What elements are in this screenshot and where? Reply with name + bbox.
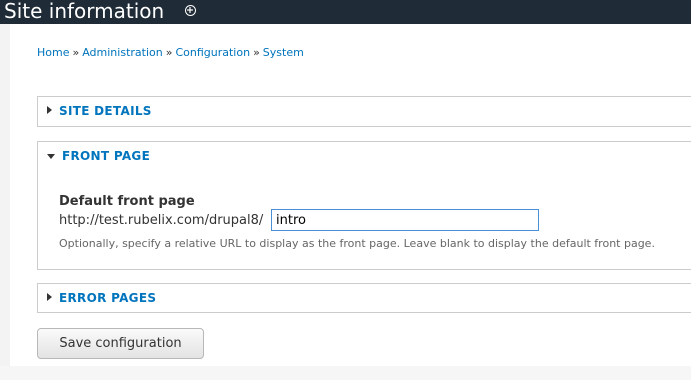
breadcrumb-home[interactable]: Home xyxy=(37,46,69,59)
overlay-content: Home» Administration» Configuration» System… xyxy=(10,24,691,366)
breadcrumb: Home» Administration» Configuration» System xyxy=(37,46,304,59)
breadcrumb-separator: » xyxy=(72,46,80,59)
front-page-field-label: Default front page xyxy=(59,194,195,209)
fieldset-toggle-front-page[interactable]: FRONT PAGE xyxy=(47,149,150,163)
breadcrumb-administration[interactable]: Administration xyxy=(82,46,163,59)
fieldset-toggle-site-details[interactable]: SITE DETAILS xyxy=(47,104,152,118)
front-page-field-description: Optionally, specify a relative URL to di… xyxy=(59,237,655,250)
plus-circle-icon[interactable] xyxy=(185,5,196,16)
front-page-url-prefix: http://test.rubelix.com/drupal8/ xyxy=(59,213,264,228)
overlay-title-bar: Site information xyxy=(0,0,691,24)
collapsed-arrow-icon xyxy=(47,106,52,114)
save-configuration-button[interactable]: Save configuration xyxy=(37,328,204,359)
front-page-input[interactable] xyxy=(271,209,539,231)
breadcrumb-configuration[interactable]: Configuration xyxy=(175,46,250,59)
fieldset-site-details: SITE DETAILS xyxy=(37,96,691,127)
fieldset-error-pages: ERROR PAGES xyxy=(37,283,691,313)
background-page-edge xyxy=(0,24,10,380)
collapsed-arrow-icon xyxy=(47,293,52,301)
breadcrumb-system[interactable]: System xyxy=(263,46,304,59)
fieldset-legend-label: FRONT PAGE xyxy=(62,149,151,163)
expanded-arrow-icon xyxy=(47,154,55,159)
fieldset-legend-label: SITE DETAILS xyxy=(59,104,152,118)
fieldset-front-page: FRONT PAGE Default front page http://tes… xyxy=(37,141,691,270)
breadcrumb-separator: » xyxy=(165,46,173,59)
page-title: Site information xyxy=(4,0,165,23)
fieldset-legend-label: ERROR PAGES xyxy=(59,291,157,305)
fieldset-toggle-error-pages[interactable]: ERROR PAGES xyxy=(47,291,156,305)
background-page-bottom xyxy=(0,366,691,380)
breadcrumb-separator: » xyxy=(253,46,260,59)
